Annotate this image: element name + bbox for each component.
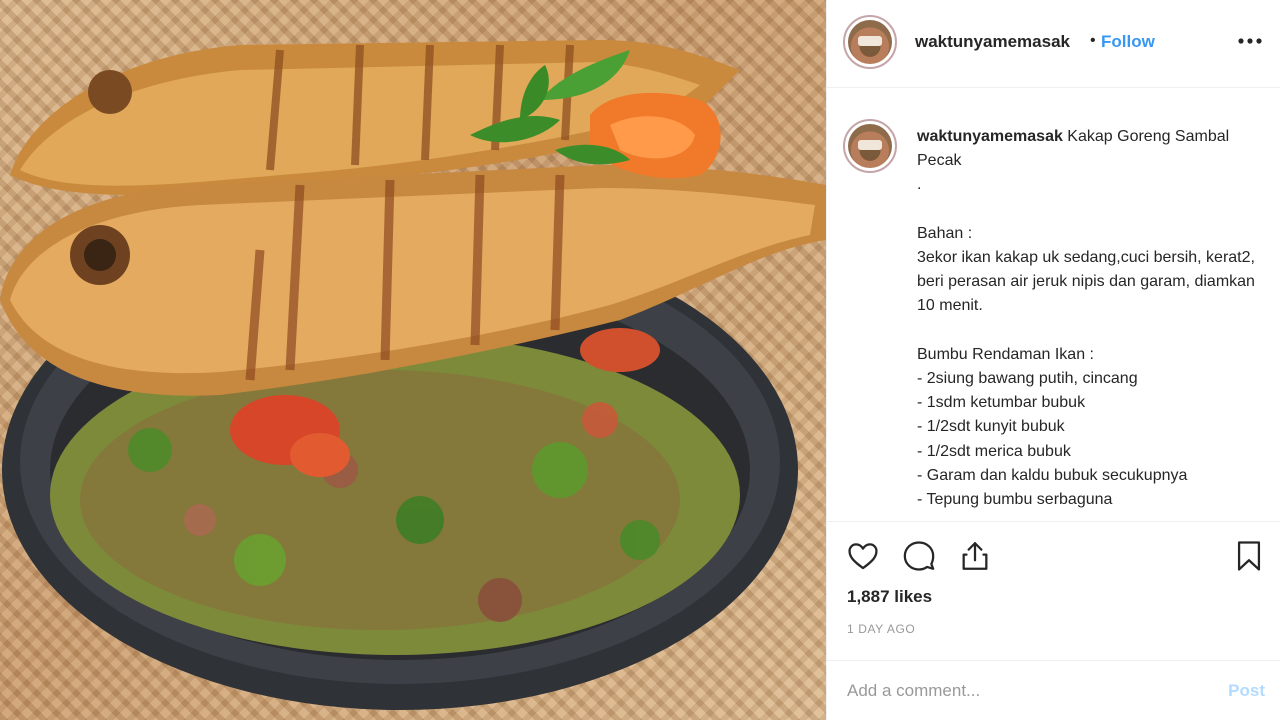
post-image[interactable] (0, 0, 826, 720)
caption-section: waktunyamemasak Kakap Goreng Sambal Peca… (827, 89, 1280, 521)
food-photo (0, 40, 826, 710)
more-horizontal-icon[interactable] (1235, 26, 1265, 56)
caption-text: waktunyamemasak Kakap Goreng Sambal Peca… (917, 125, 1257, 512)
comment-input[interactable] (847, 677, 1207, 705)
bookmark-icon[interactable] (1229, 536, 1269, 576)
caption-avatar[interactable] (843, 119, 897, 173)
action-bar: 1,887 likes 1 DAY AGO (827, 521, 1280, 661)
share-icon[interactable] (955, 536, 995, 576)
post-timestamp[interactable]: 1 DAY AGO (847, 622, 915, 636)
username-link[interactable]: waktunyamemasak (915, 32, 1070, 52)
heart-icon[interactable] (843, 536, 883, 576)
post-header: waktunyamemasak • Follow (827, 0, 1280, 88)
post-comment-button[interactable]: Post (1228, 681, 1265, 701)
caption-body: Kakap Goreng Sambal Pecak . Bahan : 3eko… (917, 128, 1255, 509)
follow-button[interactable]: Follow (1101, 32, 1155, 52)
separator-dot: • (1090, 32, 1096, 49)
post-detail-panel: waktunyamemasak • Follow waktunyamemasak… (826, 0, 1280, 720)
caption-username-link[interactable]: waktunyamemasak (917, 128, 1063, 145)
comment-bar: Post (827, 660, 1280, 720)
comment-icon[interactable] (899, 536, 939, 576)
likes-count[interactable]: 1,887 likes (847, 587, 932, 607)
avatar[interactable] (843, 15, 897, 69)
